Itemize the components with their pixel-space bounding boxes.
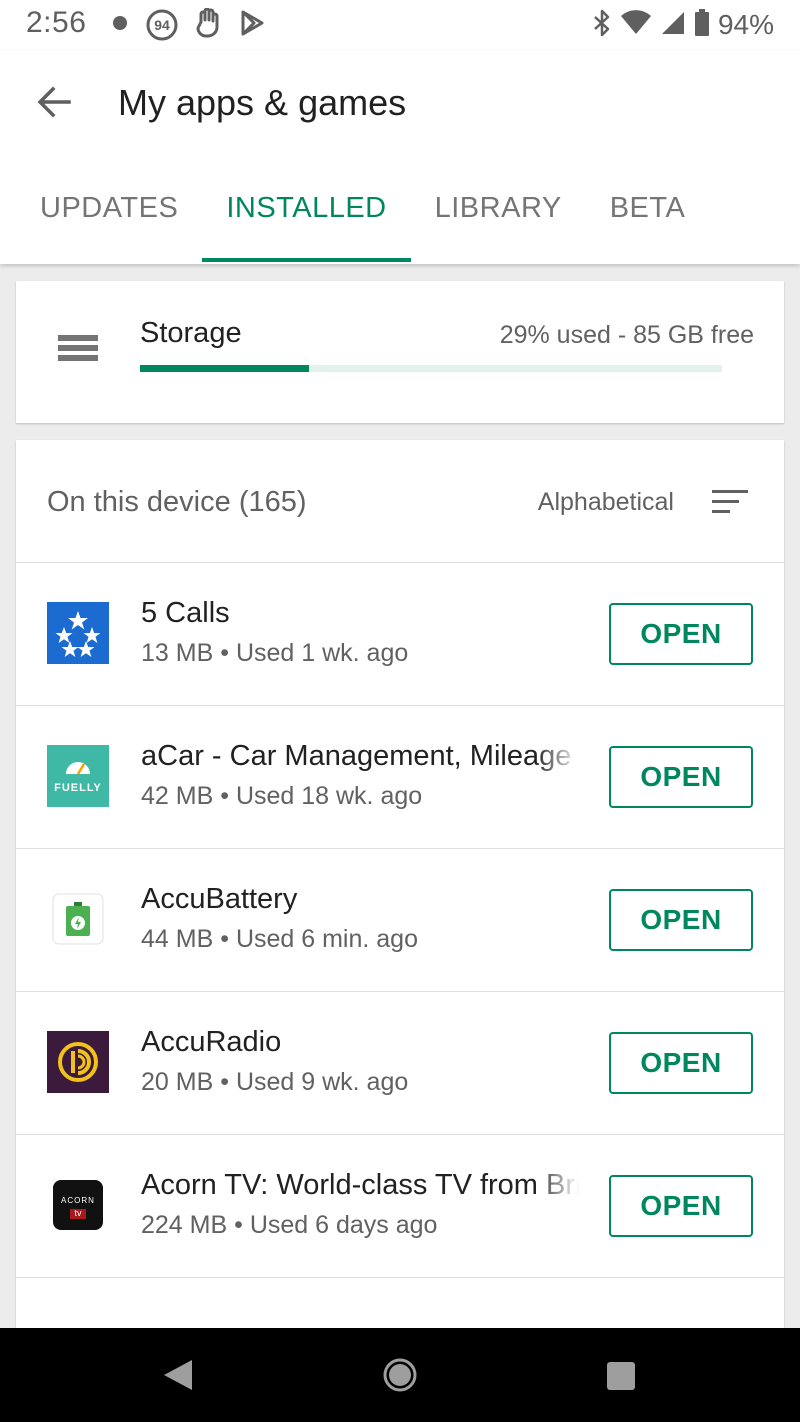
dot-icon	[112, 15, 128, 36]
app-name: 5 Calls	[141, 597, 230, 629]
app-meta: 44 MB • Used 6 min. ago	[141, 925, 418, 954]
app-name: AccuRadio	[141, 1026, 282, 1058]
sort-label[interactable]: Alphabetical	[538, 488, 674, 517]
storage-stats: 29% used - 85 GB free	[499, 321, 754, 349]
nav-recents-icon[interactable]	[606, 1361, 636, 1396]
back-button[interactable]	[30, 78, 78, 126]
acorn-icon-subtext: tv	[74, 1208, 82, 1218]
app-bar: My apps & games UPDATES INSTALLED LIBRAR…	[0, 50, 800, 264]
acorn-icon-text: ACORN	[61, 1196, 95, 1205]
app-size: 13 MB	[141, 639, 214, 667]
arrow-back-icon	[37, 86, 71, 118]
tab-updates[interactable]: UPDATES	[16, 172, 202, 264]
app-last-used: Used 18 wk. ago	[235, 782, 423, 810]
meta-separator: •	[220, 782, 229, 810]
app-row[interactable]: AccuRadio 20 MB • Used 9 wk. ago OPEN	[16, 992, 784, 1135]
app-meta: 13 MB • Used 1 wk. ago	[141, 639, 408, 668]
app-last-used: Used 9 wk. ago	[235, 1068, 409, 1096]
app-row[interactable]: ACORN tv Acorn TV: World-class TV from B…	[16, 1135, 784, 1278]
app-last-used: Used 6 days ago	[249, 1211, 438, 1239]
tab-installed[interactable]: INSTALLED	[202, 172, 411, 264]
nav-back-icon[interactable]	[162, 1358, 194, 1397]
fuelly-icon-text: FUELLY	[54, 782, 102, 794]
navigation-bar	[0, 1328, 800, 1422]
nav-home-icon[interactable]	[382, 1357, 418, 1398]
page-title: My apps & games	[118, 82, 407, 123]
accuradio-icon	[47, 1031, 109, 1093]
app-row[interactable]: 5 Calls 13 MB • Used 1 wk. ago OPEN	[16, 563, 784, 706]
notification-icons: 94	[112, 7, 264, 43]
sort-icon[interactable]	[712, 490, 748, 516]
storage-card[interactable]: Storage 29% used - 85 GB free	[16, 281, 784, 423]
app-last-used: Used 1 wk. ago	[235, 639, 409, 667]
status-time: 2:56	[26, 6, 87, 39]
open-button[interactable]: OPEN	[609, 746, 753, 808]
tab-library[interactable]: LIBRARY	[411, 172, 586, 264]
open-button[interactable]: OPEN	[609, 1175, 753, 1237]
wifi-icon	[620, 9, 652, 41]
battery-icon	[694, 8, 710, 42]
app-size: 224 MB	[141, 1211, 228, 1239]
open-button[interactable]: OPEN	[609, 603, 753, 665]
app-row[interactable]: FUELLY aCar - Car Management, Mileage 42…	[16, 706, 784, 849]
meta-separator: •	[234, 1211, 243, 1239]
app-meta: 20 MB • Used 9 wk. ago	[141, 1068, 408, 1097]
list-header: On this device (165) Alphabetical	[16, 440, 784, 563]
system-icons: 94%	[592, 8, 774, 42]
app-last-used: Used 6 min. ago	[235, 925, 418, 953]
acorn-tv-icon: ACORN tv	[47, 1174, 109, 1236]
bluetooth-icon	[592, 9, 612, 42]
storage-progress-bar	[140, 365, 722, 372]
app-size: 42 MB	[141, 782, 214, 810]
accubattery-icon	[47, 888, 109, 950]
storage-progress-fill	[140, 365, 309, 372]
status-bar: 2:56 94 94%	[0, 0, 800, 50]
app-meta: 42 MB • Used 18 wk. ago	[141, 782, 422, 811]
storage-label: Storage	[140, 317, 242, 349]
meta-separator: •	[220, 639, 229, 667]
app-name: AccuBattery	[141, 883, 298, 915]
battery-percent: 94%	[717, 9, 774, 40]
installed-apps-list: On this device (165) Alphabetical 5 Call…	[16, 440, 784, 1360]
badge-number: 94	[154, 17, 170, 33]
tab-beta[interactable]: BETA	[586, 172, 710, 264]
fuelly-icon: FUELLY	[47, 745, 109, 807]
storage-icon	[58, 335, 98, 369]
five-calls-icon	[47, 602, 109, 664]
meta-separator: •	[220, 1068, 229, 1096]
open-button[interactable]: OPEN	[609, 889, 753, 951]
app-meta: 224 MB • Used 6 days ago	[141, 1211, 437, 1240]
play-store-icon	[240, 10, 264, 41]
device-count: On this device (165)	[47, 486, 307, 518]
app-row[interactable]: AccuBattery 44 MB • Used 6 min. ago OPEN	[16, 849, 784, 992]
app-size: 44 MB	[141, 925, 214, 953]
app-size: 20 MB	[141, 1068, 214, 1096]
hand-icon	[196, 7, 222, 43]
app-name: Acorn TV: World-class TV from Britain	[141, 1169, 579, 1201]
signal-icon	[660, 10, 686, 41]
badge-94-icon: 94	[146, 9, 178, 41]
tab-bar: UPDATES INSTALLED LIBRARY BETA	[16, 172, 709, 264]
meta-separator: •	[220, 925, 229, 953]
open-button[interactable]: OPEN	[609, 1032, 753, 1094]
app-name: aCar - Car Management, Mileage	[141, 740, 572, 772]
